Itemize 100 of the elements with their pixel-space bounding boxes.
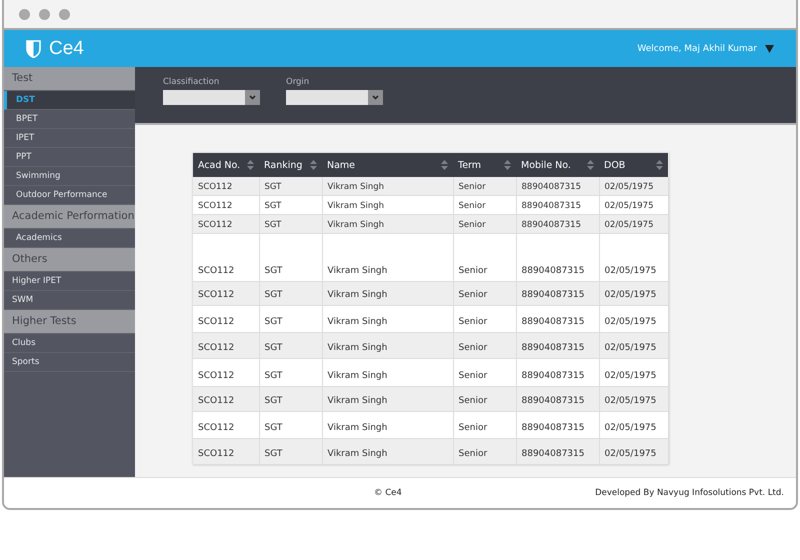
sort-icon[interactable]	[247, 160, 254, 170]
table-cell: Senior	[458, 422, 488, 432]
table-cell: 88904087315	[522, 220, 581, 230]
sidebar-item[interactable]: PPT	[4, 148, 135, 167]
table-cell: Vikram Singh	[328, 316, 388, 326]
table-cell: SGT	[264, 396, 282, 406]
table-cell: 02/05/1975	[604, 342, 656, 352]
table-cell: Senior	[458, 370, 488, 380]
copyright-text: © Ce4	[374, 488, 402, 498]
table-cell: 88904087315	[522, 182, 581, 192]
filter-label: Classifiaction	[163, 77, 220, 87]
table-cell: SGT	[264, 266, 282, 276]
table-cell: 02/05/1975	[604, 220, 654, 230]
table-cell: Vikram Singh	[328, 200, 384, 210]
table-cell: Senior	[458, 182, 486, 192]
table-cell: 88904087315	[522, 200, 581, 210]
table-cell: Vikram Singh	[328, 220, 384, 230]
dropdown-field[interactable]	[163, 90, 260, 105]
table-cell: SCO112	[198, 290, 234, 300]
credit-text: Developed By Navyug Infosolutions Pvt. Ltd.	[595, 488, 784, 498]
table-cell: Senior	[458, 220, 486, 230]
table-cell: SCO112	[198, 448, 234, 458]
table-cell: SGT	[264, 342, 282, 352]
table-cell: 02/05/1975	[604, 316, 656, 326]
table-cell: Senior	[458, 448, 488, 458]
sidebar-section-header[interactable]: Others	[4, 248, 135, 272]
dropdown-caret-icon[interactable]	[765, 44, 774, 52]
chevron-down-icon	[249, 95, 256, 100]
sidebar-section-header[interactable]: Test	[4, 67, 135, 91]
sidebar-item[interactable]: IPET	[4, 129, 135, 148]
table-cell: Vikram Singh	[328, 342, 388, 352]
table-cell: 88904087315	[522, 422, 584, 432]
sort-icon[interactable]	[441, 160, 448, 170]
table-cell: 02/05/1975	[604, 422, 656, 432]
table-cell: SCO112	[198, 182, 232, 192]
table-cell: 88904087315	[522, 266, 584, 276]
table-cell: SGT	[264, 290, 282, 300]
table-cell: Senior	[458, 342, 488, 352]
table-cell: Vikram Singh	[328, 290, 388, 300]
table-cell: 88904087315	[522, 342, 584, 352]
table-cell: Senior	[458, 396, 488, 406]
app-logo: Ce4	[49, 38, 84, 60]
table-cell: SCO112	[198, 422, 234, 432]
table-cell: 02/05/1975	[604, 200, 654, 210]
shield-icon	[26, 40, 41, 58]
table-cell: 02/05/1975	[604, 266, 656, 276]
table-cell: SGT	[264, 370, 282, 380]
table-cell: SGT	[264, 316, 282, 326]
table-cell: 88904087315	[522, 448, 584, 458]
table-cell: Vikram Singh	[328, 266, 388, 276]
sidebar-section-header[interactable]: Academic Performation	[4, 205, 135, 229]
sidebar-section-header[interactable]: Higher Tests	[4, 310, 135, 334]
table-cell: SCO112	[198, 396, 234, 406]
filter-label: Orgin	[286, 77, 310, 87]
table-cell: Vikram Singh	[328, 370, 388, 380]
window-dot-icon[interactable]	[39, 8, 50, 20]
sidebar-item[interactable]: Higher IPET	[4, 272, 135, 291]
table-cell: 88904087315	[522, 370, 584, 380]
chevron-down-icon	[372, 95, 379, 100]
sort-icon[interactable]	[587, 160, 594, 170]
table-cell: SGT	[264, 422, 282, 432]
table-cell: 02/05/1975	[604, 448, 656, 458]
table-cell: 88904087315	[522, 396, 584, 406]
table-cell: Senior	[458, 290, 488, 300]
table-cell: Senior	[458, 266, 488, 276]
column-header[interactable]: DOB	[604, 160, 626, 170]
table-cell: 88904087315	[522, 290, 584, 300]
table-cell: SGT	[264, 448, 282, 458]
table-cell: SGT	[264, 182, 282, 192]
table-cell: SCO112	[198, 200, 232, 210]
table-cell: Senior	[458, 316, 488, 326]
table-cell: SCO112	[198, 266, 234, 276]
sort-icon[interactable]	[656, 160, 663, 170]
table-cell: Vikram Singh	[328, 422, 388, 432]
table-cell: Senior	[458, 200, 486, 210]
welcome-text: Welcome, Maj Akhil Kumar	[637, 44, 757, 54]
table-cell: Vikram Singh	[328, 448, 388, 458]
sidebar-item[interactable]: Clubs	[4, 334, 135, 353]
table-cell: Vikram Singh	[328, 182, 384, 192]
table-cell: 02/05/1975	[604, 370, 656, 380]
table-cell: Vikram Singh	[328, 396, 388, 406]
table-cell: SGT	[264, 220, 282, 230]
dropdown-field[interactable]	[286, 90, 383, 105]
sort-icon[interactable]	[504, 160, 511, 170]
table-cell: SCO112	[198, 342, 234, 352]
window-dot-icon[interactable]	[59, 8, 70, 20]
table-cell: SCO112	[198, 316, 234, 326]
table-cell: SCO112	[198, 370, 234, 380]
table-cell: 02/05/1975	[604, 182, 654, 192]
column-header[interactable]: Name	[327, 160, 356, 170]
table-cell: 88904087315	[522, 316, 584, 326]
column-header[interactable]: Term	[458, 160, 482, 170]
table-cell: SGT	[264, 200, 282, 210]
sidebar-item[interactable]: Sports	[4, 353, 135, 372]
sidebar-item[interactable]: DST	[4, 91, 135, 110]
sidebar-item[interactable]: Swimming	[4, 167, 135, 186]
window-dot-icon[interactable]	[19, 8, 30, 20]
table-cell: 02/05/1975	[604, 396, 656, 406]
sort-icon[interactable]	[310, 160, 317, 170]
table-cell: 02/05/1975	[604, 290, 656, 300]
